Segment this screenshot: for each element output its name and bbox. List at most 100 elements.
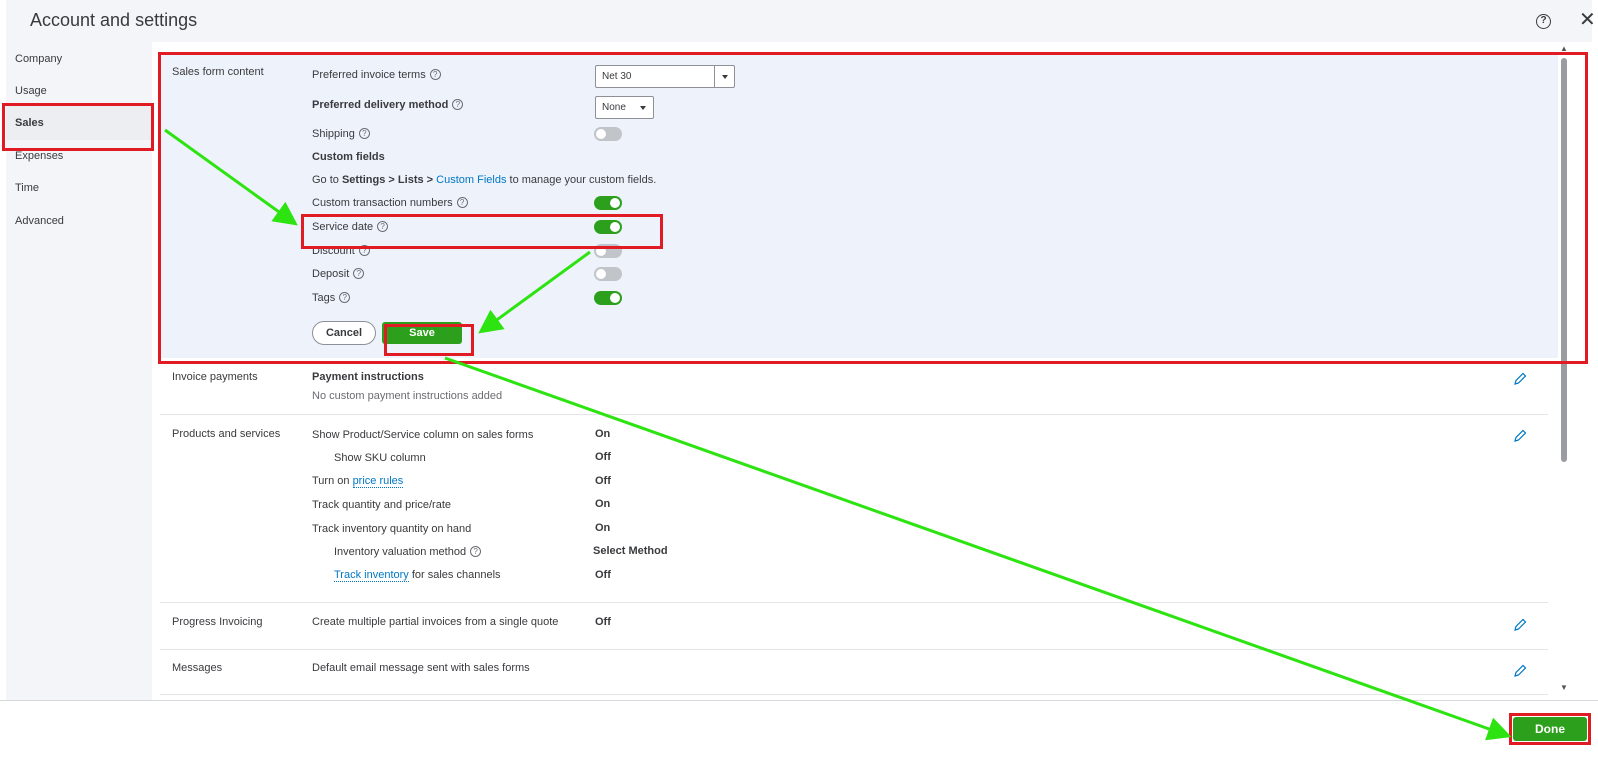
custom-fields-note-sep: > [423,174,437,186]
divider [160,694,1548,695]
custom-fields-note-sep: > [385,174,398,186]
deposit-label: Deposit? [312,268,365,280]
pencil-icon[interactable] [1513,664,1527,678]
custom-transaction-numbers-text: Custom transaction numbers [312,197,453,209]
track-quantity-label: Track quantity and price/rate [312,499,451,511]
footer [0,700,1598,766]
section-label-sales-form-content: Sales form content [172,66,264,78]
preferred-invoice-terms-label: Preferred invoice terms? [312,69,441,81]
price-rules-link[interactable]: price rules [352,475,404,488]
help-icon[interactable]: ? [452,99,464,110]
cancel-button[interactable]: Cancel [312,321,376,345]
done-button[interactable]: Done [1513,717,1587,741]
deposit-toggle[interactable] [594,267,622,281]
progress-invoicing-value: Off [595,616,611,628]
custom-fields-link[interactable]: Custom Fields [436,174,506,186]
help-icon[interactable]: ? [429,69,441,80]
section-label-invoice-payments: Invoice payments [172,371,258,383]
sku-column-value: Off [595,451,611,463]
preferred-delivery-method-value: None [602,102,626,113]
tags-label: Tags? [312,292,351,304]
track-quantity-value: On [595,498,611,510]
discount-text: Discount [312,245,355,257]
track-inventory-sales-channels-value: Off [595,569,611,581]
pencil-icon[interactable] [1513,372,1527,386]
inventory-valuation-text: Inventory valuation method [334,546,467,558]
section-label-messages: Messages [172,662,223,674]
chevron-down-icon[interactable] [633,97,653,118]
pencil-icon[interactable] [1513,618,1527,632]
track-inventory-link[interactable]: Track inventory [334,569,409,582]
section-label-products-and-services: Products and services [172,428,281,440]
track-inventory-sales-channels-label: Track inventory for sales channels [334,569,501,582]
custom-fields-note-prefix: Go to [312,174,342,186]
help-icon[interactable]: ? [1536,14,1551,29]
sales-form-content-panel: Sales form content Preferred invoice ter… [160,54,1558,358]
help-icon[interactable]: ? [358,245,370,256]
help-icon[interactable]: ? [470,546,482,557]
sidebar-item-usage[interactable]: Usage [6,74,152,108]
divider [160,414,1548,415]
chevron-down-icon[interactable] [714,66,734,87]
payment-instructions-value: No custom payment instructions added [312,390,503,402]
sidebar-item-expenses[interactable]: Expenses [6,139,152,173]
tags-text: Tags [312,292,336,304]
tags-toggle[interactable] [594,291,622,305]
service-date-toggle[interactable] [594,220,622,234]
title-bar: Account and settings ? ✕ [6,0,1596,42]
price-rules-label: Turn on price rules [312,475,404,488]
sidebar-item-time[interactable]: Time [6,171,152,205]
scroll-up-icon[interactable]: ▲ [1560,44,1568,53]
inventory-valuation-value[interactable]: Select Method [593,545,668,557]
price-rules-value: Off [595,475,611,487]
shipping-label: Shipping? [312,128,370,140]
pencil-icon[interactable] [1513,429,1527,443]
inventory-valuation-label: Inventory valuation method? [334,546,482,558]
settings-dialog: Account and settings ? ✕ Company Usage S… [0,0,1598,766]
sidebar-item-company[interactable]: Company [6,42,152,76]
help-icon[interactable]: ? [456,197,468,208]
discount-label: Discount? [312,245,370,257]
sidebar: Company Usage Sales Expenses Time Advanc… [6,42,152,700]
product-service-column-value: On [595,428,611,440]
close-icon[interactable]: ✕ [1579,10,1596,30]
help-icon[interactable]: ? [377,221,389,232]
product-service-column-label: Show Product/Service column on sales for… [312,429,534,441]
custom-fields-note-settings: Settings [341,174,386,186]
save-button[interactable]: Save [382,322,462,344]
discount-toggle[interactable] [594,244,622,258]
preferred-delivery-method-text: Preferred delivery method [312,99,449,111]
messages-label: Default email message sent with sales fo… [312,662,530,674]
preferred-delivery-method-select[interactable]: None [595,96,654,119]
custom-transaction-numbers-toggle[interactable] [594,196,622,210]
deposit-text: Deposit [312,268,350,280]
shipping-text: Shipping [312,128,355,140]
settings-content: Sales form content Preferred invoice ter… [152,42,1592,700]
custom-fields-note-suffix: to manage your custom fields. [506,174,657,186]
service-date-text: Service date [312,221,374,233]
sidebar-item-advanced[interactable]: Advanced [6,204,152,238]
divider [160,649,1548,650]
divider [160,602,1548,603]
shipping-toggle[interactable] [594,127,622,141]
track-inventory-suffix: for sales channels [408,569,501,581]
sku-column-label: Show SKU column [334,452,426,464]
scroll-down-icon[interactable]: ▼ [1560,683,1568,692]
custom-fields-note: Go to Settings > Lists > Custom Fields t… [312,174,656,186]
help-icon[interactable]: ? [353,268,365,279]
custom-fields-note-lists: Lists [397,174,424,186]
section-label-progress-invoicing: Progress Invoicing [172,616,263,628]
custom-fields-label: Custom fields [312,151,385,163]
sidebar-item-sales[interactable]: Sales [6,106,152,140]
help-icon[interactable]: ? [358,128,370,139]
track-inventory-on-hand-value: On [595,522,611,534]
help-icon[interactable]: ? [339,292,351,303]
preferred-invoice-terms-value: Net 30 [602,71,632,82]
scrollbar-thumb[interactable] [1561,58,1567,462]
payment-instructions-label: Payment instructions [312,371,424,383]
preferred-delivery-method-label: Preferred delivery method? [312,99,464,111]
custom-transaction-numbers-label: Custom transaction numbers? [312,197,468,209]
preferred-invoice-terms-select[interactable]: Net 30 [595,65,735,88]
service-date-label: Service date? [312,221,389,233]
progress-invoicing-label: Create multiple partial invoices from a … [312,616,559,628]
